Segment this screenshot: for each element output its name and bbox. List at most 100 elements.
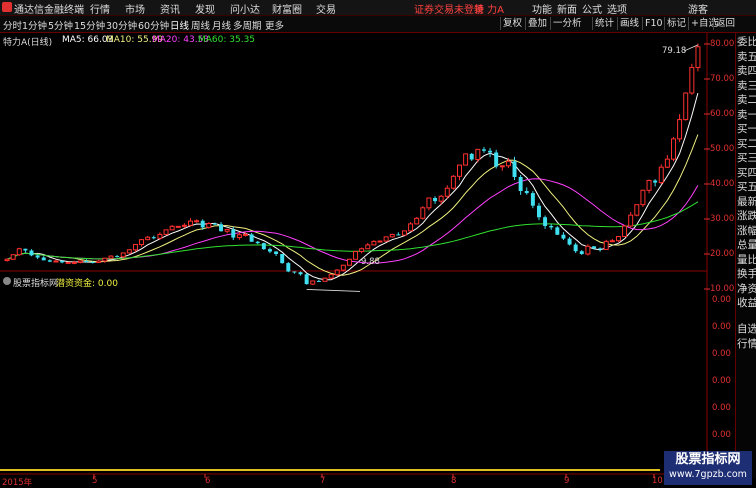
period-more[interactable]: 更多 <box>265 18 284 32</box>
period-toolbar: 分时 1分钟 5分钟 15分钟 30分钟 60分钟 日线 周线 月线 多周期 更… <box>0 16 756 33</box>
x-tick: 2015年 <box>2 478 33 488</box>
quote-label: 最新 <box>737 195 756 208</box>
menu-item-new-page[interactable]: 新面 <box>557 1 577 16</box>
period-monthly[interactable]: 月线 <box>212 18 231 32</box>
candle-body <box>219 224 224 232</box>
sub-y-tick: 0.00 <box>712 430 731 440</box>
candle-body <box>334 269 340 276</box>
candle-body <box>408 223 414 232</box>
period-15min[interactable]: 15分钟 <box>74 18 105 32</box>
candle-body <box>543 217 548 226</box>
menu-item-wealth[interactable]: 财富圈 <box>272 1 302 16</box>
candle-body <box>401 230 407 236</box>
x-tick: 10 <box>652 476 663 486</box>
candle-body <box>598 248 603 250</box>
candle-body <box>622 225 628 237</box>
adjust-button[interactable]: 复权 <box>500 17 524 30</box>
period-30min[interactable]: 30分钟 <box>106 18 137 32</box>
candle-body <box>628 214 634 227</box>
quote-label: 买二 <box>737 137 756 150</box>
ma5-line <box>6 92 699 281</box>
candle-body <box>163 229 169 235</box>
candle-body <box>139 239 145 246</box>
menu-item-assistant[interactable]: 问小达 <box>230 1 260 16</box>
candle-body <box>603 240 609 250</box>
candle-body <box>231 229 236 238</box>
candle-body <box>96 260 102 263</box>
quote-label: 净资 <box>737 282 756 295</box>
period-intraday[interactable]: 分时 <box>3 18 22 32</box>
sub-y-tick: 0.00 <box>712 349 731 359</box>
candle-body <box>157 233 163 239</box>
candle-body <box>286 263 291 272</box>
candle-body <box>677 119 683 140</box>
candle-body <box>274 251 279 254</box>
x-tick: 7 <box>320 476 326 486</box>
candle-body <box>255 241 260 244</box>
candle-body <box>585 245 591 255</box>
candle-body <box>169 225 175 231</box>
candle-body <box>518 177 523 191</box>
stats-button[interactable]: 统计 <box>592 17 616 30</box>
period-multi[interactable]: 多周期 <box>233 18 262 32</box>
quote-label: 买三 <box>737 152 756 164</box>
quote-panel: 委比 卖五 卖四 卖三 卖二 卖一 买一 买二 买三 买四 买五 最新 涨跌 涨… <box>735 33 756 478</box>
menu-item-quotes[interactable]: 行情 <box>90 1 110 16</box>
back-button[interactable]: 返回 <box>713 17 737 30</box>
menu-item-function[interactable]: 功能 <box>532 1 552 16</box>
candle-body <box>224 229 230 232</box>
menu-item-trade[interactable]: 交易 <box>316 1 336 16</box>
candle-body <box>340 264 346 271</box>
quote-label: 涨跌 <box>737 210 756 222</box>
candle-body <box>640 189 646 206</box>
candle-body <box>194 220 200 223</box>
candle-body <box>592 246 596 249</box>
candle-body <box>475 148 481 160</box>
indicator-settings-icon[interactable] <box>3 277 11 285</box>
user-label[interactable]: 游客 <box>688 1 708 16</box>
period-60min[interactable]: 60分钟 <box>138 18 169 32</box>
y-tick: 60.00 <box>710 109 735 119</box>
draw-button[interactable]: 画线 <box>617 17 641 30</box>
candle-body <box>426 197 432 209</box>
quote-label: 收益 <box>737 297 756 309</box>
candle-body <box>108 255 114 259</box>
candle-body <box>396 234 401 236</box>
menu-item-market[interactable]: 市场 <box>125 1 145 16</box>
candle-body <box>494 152 499 167</box>
menu-item-options[interactable]: 选项 <box>607 1 627 16</box>
mark-button[interactable]: 标记 <box>664 17 688 30</box>
candle-body <box>371 240 377 246</box>
quote-label: 卖五 <box>737 50 756 63</box>
tab-quotes[interactable]: 行情 <box>737 337 756 352</box>
site-watermark: 股票指标网 www.7gpzb.com <box>664 451 752 485</box>
period-daily[interactable]: 日线 <box>170 18 189 32</box>
tab-watchlist[interactable]: 自选 <box>737 322 756 337</box>
x-tick: 9 <box>564 476 570 486</box>
f10-button[interactable]: F10 <box>642 17 665 30</box>
overlay-button[interactable]: 叠加 <box>525 17 549 30</box>
menu-item-formula[interactable]: 公式 <box>582 1 602 16</box>
period-weekly[interactable]: 周线 <box>191 18 210 32</box>
candle-body <box>579 251 584 254</box>
period-5min[interactable]: 5分钟 <box>48 18 73 32</box>
x-tick: 5 <box>92 476 98 486</box>
candle-body <box>530 193 535 206</box>
candle-body <box>41 257 46 261</box>
candle-body <box>316 280 321 282</box>
candle-body <box>670 138 676 160</box>
ma-lines <box>6 92 699 281</box>
candle-body <box>23 248 28 251</box>
candle-body <box>292 271 297 273</box>
menu-item-discover[interactable]: 发现 <box>195 1 215 16</box>
candle-body <box>322 277 328 282</box>
menu-item-news[interactable]: 资讯 <box>160 1 180 16</box>
candle-body <box>346 258 352 266</box>
analysis-button[interactable]: 一分析 <box>550 17 584 30</box>
candle-body <box>463 153 469 166</box>
candle-body <box>469 153 474 160</box>
candle-body <box>212 223 217 225</box>
ma60-value: MA60: 35.35 <box>198 35 256 45</box>
watermark-title: 股票指标网 <box>675 452 741 467</box>
period-1min[interactable]: 1分钟 <box>22 18 47 32</box>
